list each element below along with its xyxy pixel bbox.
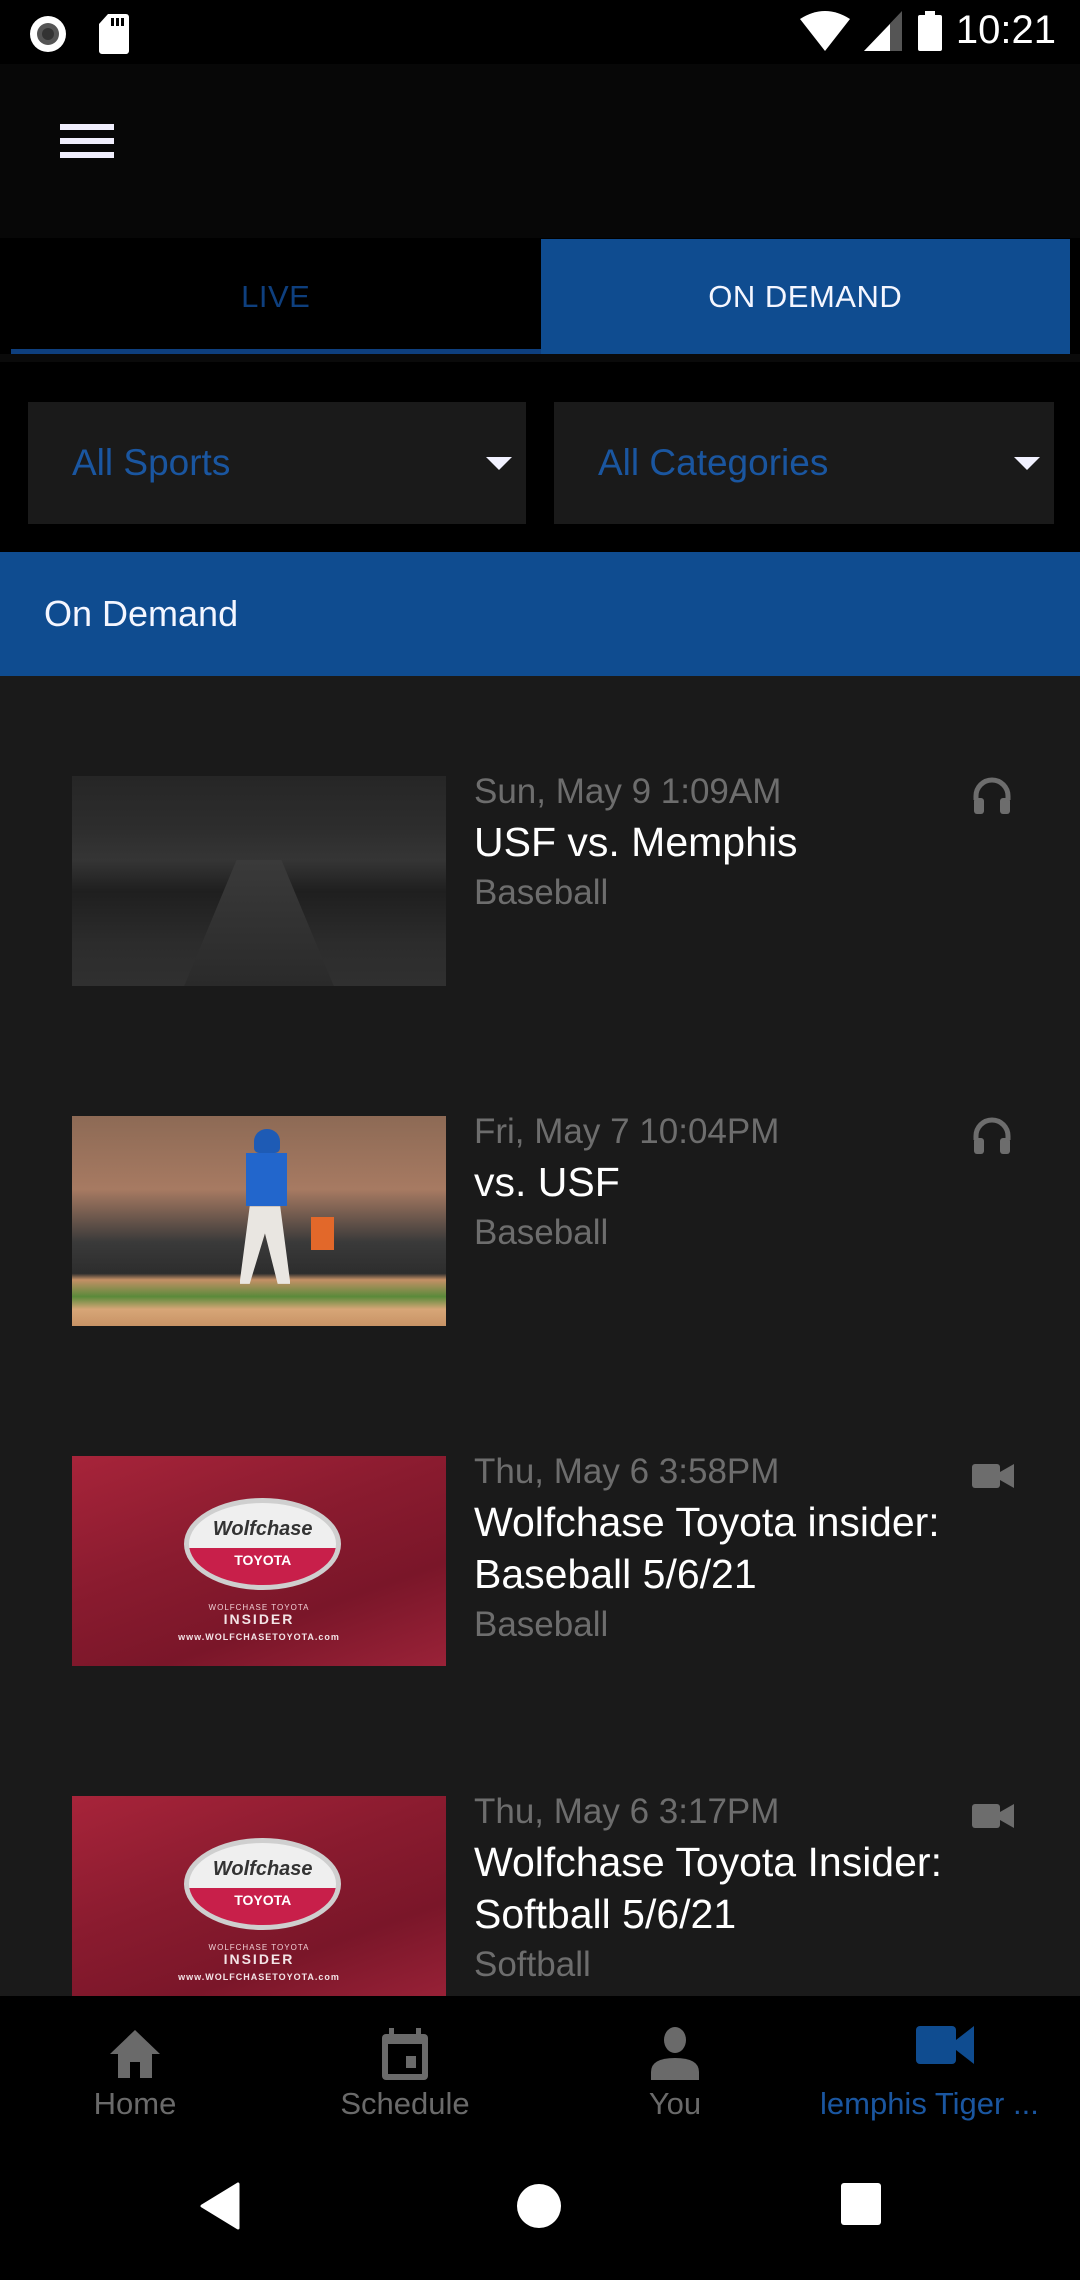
bottom-navigation: Home Schedule You lemphis Tiger ...	[0, 1996, 1080, 2132]
nav-home-label: Home	[93, 2086, 177, 2121]
recents-icon[interactable]	[840, 2182, 882, 2226]
hamburger-menu-icon[interactable]	[60, 124, 114, 164]
clock: 10:21	[955, 8, 1056, 52]
battery-icon	[917, 10, 942, 51]
nav-memphis-tigers[interactable]: lemphis Tiger ...	[810, 1996, 1080, 2132]
sports-dropdown-value: All Sports	[72, 442, 231, 483]
section-header: On Demand	[0, 552, 1080, 676]
filter-bar: All Sports All Categories	[0, 362, 1080, 552]
status-bar: 10:21	[0, 0, 1080, 64]
record-icon	[30, 16, 66, 52]
home-circle-icon[interactable]	[516, 2182, 562, 2230]
nav-schedule-label: Schedule	[340, 2086, 470, 2121]
tab-live[interactable]: LIVE	[11, 239, 541, 354]
person-icon	[651, 2027, 699, 2080]
stadium-walkway-image	[72, 776, 446, 986]
baseball-player-running-image	[72, 1116, 446, 1326]
nav-you[interactable]: You	[540, 1996, 810, 2132]
item-title: vs. USF	[474, 1159, 620, 1205]
tabs-divider	[0, 354, 1080, 362]
item-date: Sun, May 9 1:09AM	[474, 772, 782, 811]
wolfchase-toyota-insider-image: Wolfchase TOYOTA WOLFCHASE TOYOTA INSIDER…	[72, 1796, 446, 1996]
section-title: On Demand	[44, 593, 239, 634]
list-item[interactable]: Wolfchase TOYOTA WOLFCHASE TOYOTA INSIDER…	[0, 1356, 1080, 1696]
item-sport: Baseball	[474, 873, 609, 912]
item-sport: Baseball	[474, 1605, 609, 1644]
item-date: Fri, May 7 10:04PM	[474, 1112, 780, 1151]
categories-dropdown[interactable]: All Categories	[554, 402, 1054, 524]
on-demand-list[interactable]: Sun, May 9 1:09AM USF vs. Memphis Baseba…	[0, 676, 1080, 1996]
system-navigation-bar	[0, 2132, 1080, 2280]
tab-bar: LIVE ON DEMAND	[11, 239, 1070, 354]
calendar-icon	[382, 2028, 428, 2080]
video-camera-icon	[916, 2026, 974, 2064]
list-item[interactable]: Wolfchase TOYOTA WOLFCHASE TOYOTA INSIDER…	[0, 1696, 1080, 1996]
list-item[interactable]: Sun, May 9 1:09AM USF vs. Memphis Baseba…	[0, 676, 1080, 1016]
headphones-icon	[973, 1117, 1011, 1154]
nav-schedule[interactable]: Schedule	[270, 1996, 540, 2132]
caret-down-icon	[486, 457, 512, 470]
item-title: Wolfchase Toyota insider: Baseball 5/6/2…	[474, 1499, 940, 1597]
video-camera-icon	[972, 1464, 1014, 1488]
item-sport: Softball	[474, 1945, 591, 1984]
sd-card-icon	[99, 14, 129, 54]
item-title: Wolfchase Toyota Insider: Softball 5/6/2…	[474, 1839, 942, 1937]
item-sport: Baseball	[474, 1213, 609, 1252]
nav-memphis-tigers-label: lemphis Tiger ...	[820, 2086, 1039, 2121]
headphones-icon	[973, 777, 1011, 814]
wolfchase-toyota-insider-image: Wolfchase TOYOTA WOLFCHASE TOYOTA INSIDER…	[72, 1456, 446, 1666]
home-icon	[110, 2030, 160, 2078]
sports-dropdown[interactable]: All Sports	[28, 402, 526, 524]
tab-on-demand[interactable]: ON DEMAND	[540, 239, 1070, 354]
wifi-icon	[799, 10, 850, 51]
app-header	[0, 64, 1080, 238]
item-date: Thu, May 6 3:58PM	[474, 1452, 780, 1491]
categories-dropdown-value: All Categories	[598, 442, 829, 483]
nav-home[interactable]: Home	[0, 1996, 270, 2132]
item-title: USF vs. Memphis	[474, 819, 798, 865]
list-item[interactable]: Fri, May 7 10:04PM vs. USF Baseball	[0, 1016, 1080, 1356]
caret-down-icon	[1014, 457, 1040, 470]
nav-you-label: You	[648, 2086, 702, 2121]
video-camera-icon	[972, 1804, 1014, 1828]
item-date: Thu, May 6 3:17PM	[474, 1792, 780, 1831]
cell-signal-icon	[863, 10, 902, 51]
back-icon[interactable]	[198, 2182, 242, 2230]
